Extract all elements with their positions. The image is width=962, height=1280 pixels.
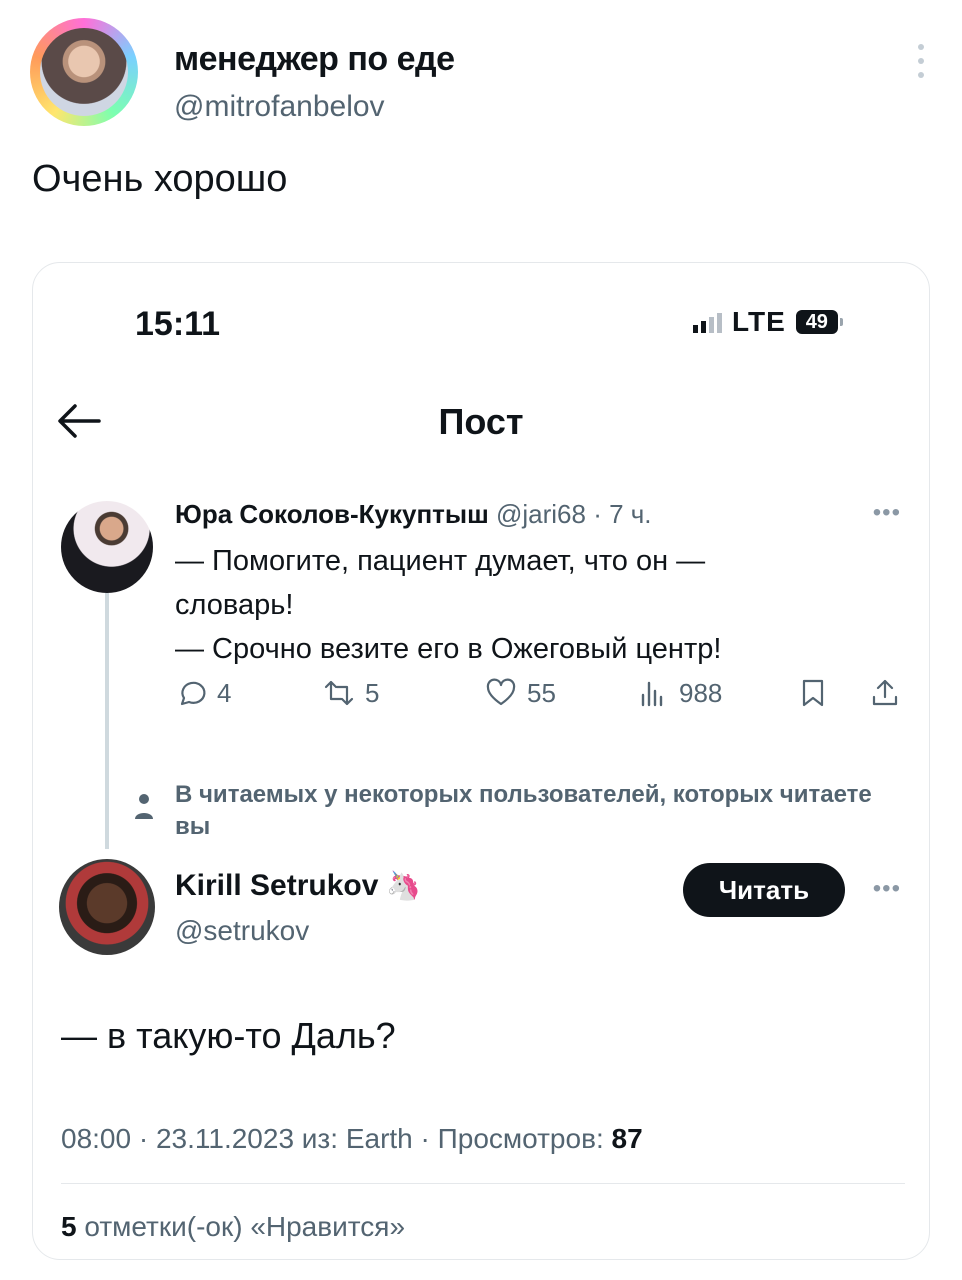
views-count: 988 — [679, 677, 723, 708]
reply-icon — [180, 681, 206, 706]
unicorn-emoji: 🦄 — [386, 870, 422, 901]
views-button[interactable]: 988 — [637, 677, 722, 709]
like-button[interactable]: 55 — [485, 677, 556, 709]
reply-author-handle[interactable]: @setrukov — [175, 915, 309, 947]
reply-author-name-block[interactable]: Kirill Setrukov 🦄 — [175, 869, 421, 903]
quoted-tweet-text: — Помогите, пациент думает, что он — сло… — [175, 539, 875, 671]
author-name[interactable]: менеджер по еде — [174, 40, 455, 79]
reply-timestamp-source: 08:00 · 23.11.2023 из: Earth · Просмотро… — [61, 1123, 612, 1154]
follow-button[interactable]: Читать — [683, 863, 845, 917]
thread-line — [105, 593, 109, 849]
retweet-count: 5 — [365, 677, 380, 708]
reply-author-name: Kirill Setrukov — [175, 869, 379, 902]
likes-summary[interactable]: 5 отметки(-ок) «Нравится» — [61, 1211, 405, 1243]
bookmark-icon — [802, 679, 824, 707]
retweet-icon — [324, 680, 354, 706]
reply-count: 4 — [217, 677, 232, 708]
retweet-button[interactable]: 5 — [323, 677, 379, 709]
more-options-icon[interactable] — [918, 44, 926, 84]
share-icon — [872, 679, 898, 706]
quoted-author-avatar[interactable] — [61, 501, 153, 593]
page-title: Пост — [438, 401, 524, 442]
reply-views-count: 87 — [611, 1123, 643, 1154]
quoted-tweet-header: Юра Соколов-Кукуптыш @jari68 · 7 ч. — [175, 499, 652, 530]
views-icon — [641, 681, 663, 707]
heart-icon — [486, 678, 516, 706]
like-count: 55 — [527, 677, 556, 708]
bookmark-button[interactable] — [797, 677, 829, 709]
quoted-author-name[interactable]: Юра Соколов-Кукуптыш — [175, 499, 489, 529]
person-icon — [135, 794, 153, 819]
quoted-line: — Помогите, пациент думает, что он — — [175, 545, 706, 577]
embedded-screenshot: 15:11 LTE 49 Пост Юра Соколов-Кукуптыш @… — [32, 262, 930, 1260]
likes-count: 5 — [61, 1211, 77, 1242]
likes-label: отметки(-ок) «Нравится» — [76, 1211, 406, 1242]
author-handle[interactable]: @mitrofanbelov — [174, 90, 385, 124]
quoted-line: — Срочно везите его в Ожеговый центр! — [175, 633, 722, 665]
quoted-author-meta: @jari68 · 7 ч. — [488, 499, 652, 529]
battery-icon: 49 — [795, 310, 843, 334]
tweet-actions: 4 5 55 988 — [175, 677, 901, 717]
reply-author-avatar[interactable] — [59, 859, 155, 955]
post-text: Очень хорошо — [32, 158, 288, 200]
status-indicators: LTE 49 — [693, 306, 843, 337]
status-time: 15:11 — [135, 305, 221, 343]
signal-icon — [693, 311, 722, 333]
quoted-line: словарь! — [175, 589, 294, 621]
network-type: LTE — [732, 306, 786, 337]
quoted-more-icon[interactable]: ••• — [873, 499, 901, 527]
divider — [61, 1183, 905, 1184]
reply-button[interactable]: 4 — [175, 677, 231, 709]
outer-post-header: менеджер по еде @mitrofanbelov — [30, 18, 930, 128]
recommendation-note: В читаемых у некоторых пользователей, ко… — [175, 781, 872, 840]
reply-text: — в такую-то Даль? — [61, 1015, 396, 1056]
author-avatar[interactable] — [30, 18, 138, 126]
reply-metadata: 08:00 · 23.11.2023 из: Earth · Просмотро… — [61, 1123, 643, 1155]
share-button[interactable] — [869, 677, 901, 709]
reply-more-icon[interactable]: ••• — [873, 875, 901, 903]
